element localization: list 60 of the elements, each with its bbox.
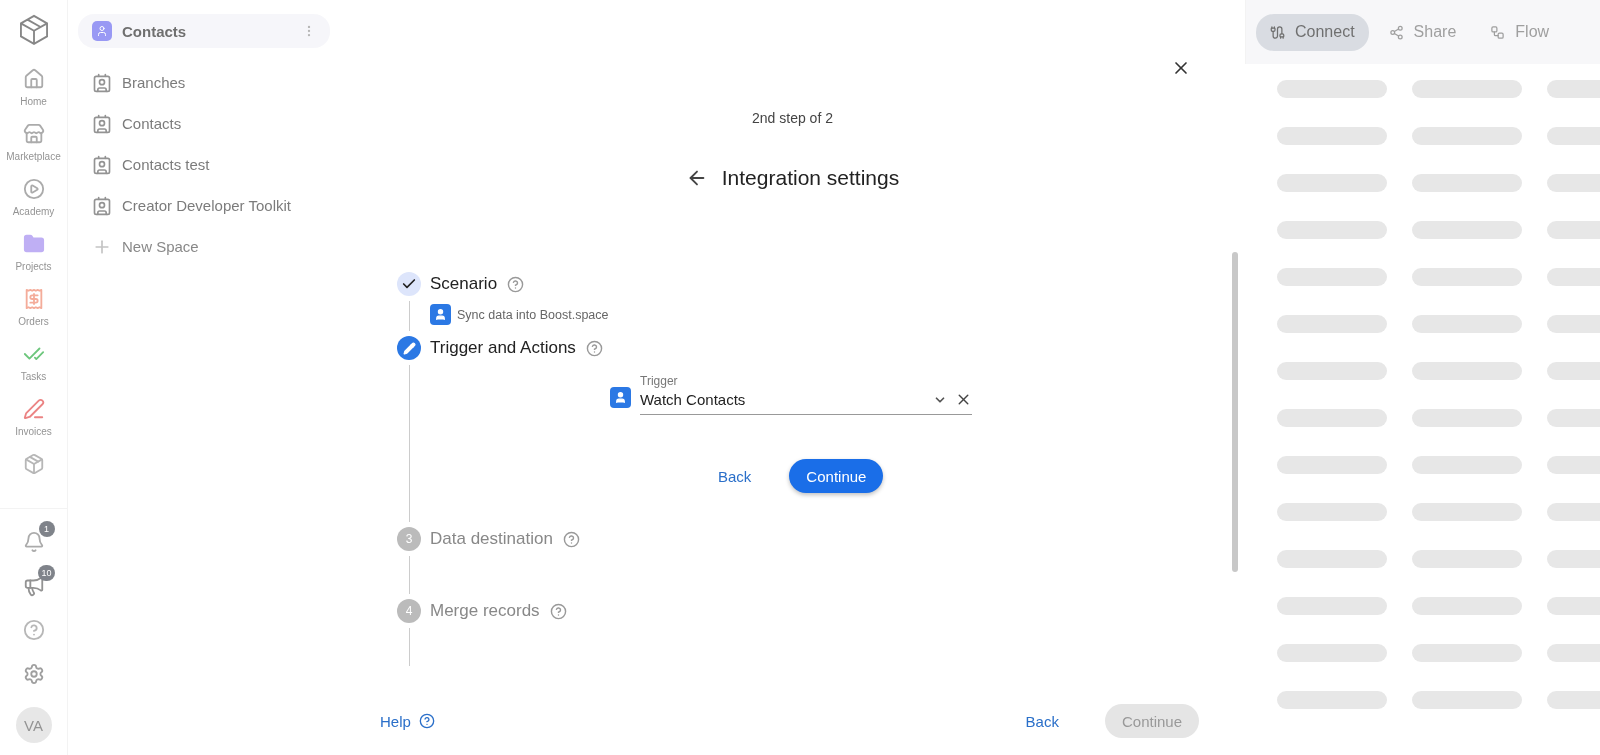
home-icon[interactable] (22, 67, 45, 90)
help-icon[interactable] (562, 530, 580, 548)
rail-label: Marketplace (6, 150, 61, 162)
flow-icon (1490, 24, 1506, 40)
trigger-select[interactable]: Trigger Watch Contacts (640, 374, 972, 415)
rail-label: Orders (18, 315, 49, 327)
count-badge: 1 (38, 521, 55, 537)
help-link[interactable]: Help (380, 712, 435, 730)
folder-icon[interactable] (22, 232, 45, 255)
scrollbar[interactable] (1232, 252, 1238, 572)
help-icon[interactable] (585, 339, 603, 357)
step-number: 4 (397, 599, 421, 623)
settings-icon[interactable] (22, 663, 45, 685)
rail-label: Home (20, 95, 47, 107)
sidebar-item[interactable]: Contacts (78, 105, 330, 142)
sidebar-item[interactable]: Creator Developer Toolkit (78, 187, 330, 224)
step-title: Merge records (430, 601, 540, 621)
rail-label: Invoices (15, 425, 52, 437)
continue-button[interactable]: Continue (789, 459, 884, 493)
cube-logo-icon[interactable] (17, 14, 50, 46)
back-button[interactable]: Back (1019, 706, 1065, 736)
rail-label: Academy (12, 205, 55, 217)
share-icon (1388, 24, 1404, 40)
megaphone-icon[interactable] (22, 575, 45, 597)
step-number: 3 (397, 527, 421, 551)
help-icon[interactable] (507, 275, 525, 293)
contact-icon (610, 387, 631, 408)
step-title: Scenario (430, 274, 498, 294)
step-title: Trigger and Actions (430, 338, 576, 358)
toolbar-tab[interactable]: Share (1374, 13, 1471, 51)
help-icon[interactable] (549, 602, 567, 620)
contact-book-icon (92, 72, 112, 93)
step-subtitle: Sync data into Boost.space (457, 307, 609, 322)
space-header[interactable]: Contacts (78, 14, 330, 48)
check-step-icon (397, 272, 421, 296)
contact-icon (430, 304, 451, 325)
contact-icon (92, 21, 112, 41)
rail-label: Projects (15, 260, 52, 272)
count-badge: 10 (38, 565, 55, 581)
help-icon[interactable] (418, 713, 435, 729)
step-counter: 2nd step of 2 (751, 110, 834, 126)
toolbar-tab[interactable]: Flow (1476, 13, 1564, 51)
toolbar-tab[interactable]: Connect (1256, 13, 1369, 51)
bell-icon[interactable] (22, 531, 45, 553)
pencil-step-icon (397, 336, 421, 360)
sidebar-item[interactable]: Contacts test (78, 146, 330, 183)
contact-book-icon (92, 154, 112, 175)
dialog-title: Integration settings (721, 166, 900, 190)
play-icon[interactable] (22, 177, 45, 200)
user-avatar[interactable]: VA (15, 707, 52, 743)
sidebar-item[interactable]: Branches (78, 64, 330, 101)
box-icon[interactable] (22, 452, 45, 475)
contact-book-icon (92, 113, 112, 134)
back-button[interactable]: Back (712, 461, 758, 491)
rail-label: Tasks (20, 370, 47, 382)
contact-book-icon (92, 195, 112, 216)
connect-icon (1270, 24, 1285, 40)
new-space-item[interactable]: New Space (78, 228, 330, 265)
step-title: Data destination (430, 529, 553, 549)
store-icon[interactable] (22, 122, 45, 145)
